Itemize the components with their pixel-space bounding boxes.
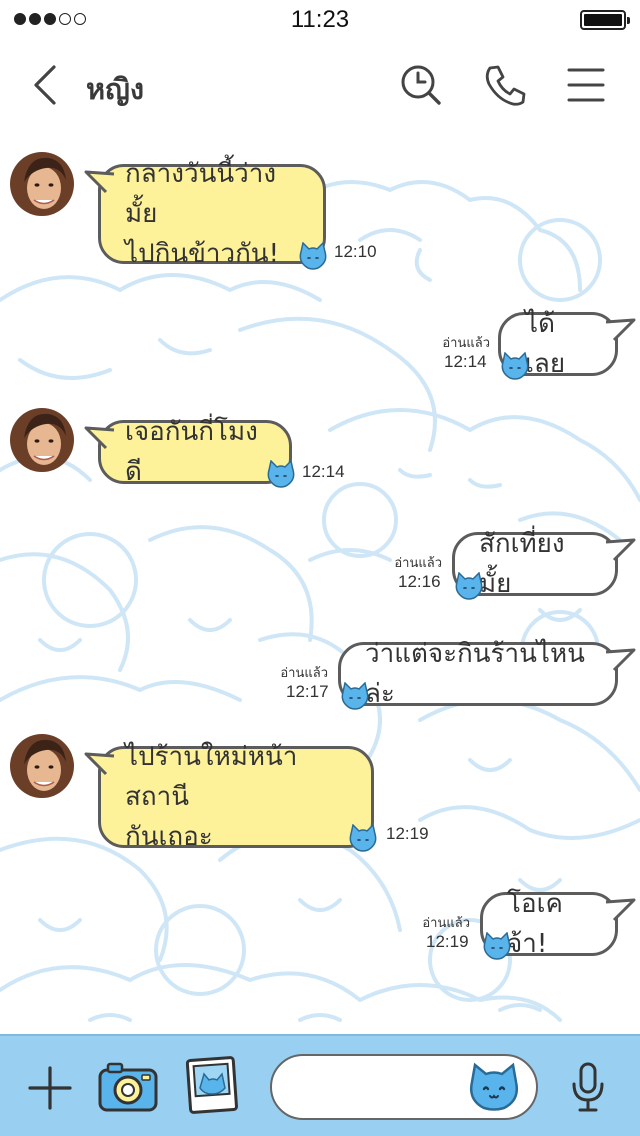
cat-sticker-icon <box>349 824 377 852</box>
menu-icon <box>567 68 605 102</box>
sticker-button[interactable] <box>466 1062 522 1112</box>
message-time: 12:10 <box>334 242 377 261</box>
message-text: สักเที่ยงมั้ย <box>479 529 565 599</box>
read-receipt: อ่านแล้ว <box>280 666 328 681</box>
bubble-tail <box>605 538 636 562</box>
read-receipt: อ่านแล้ว <box>394 556 442 571</box>
search-history-button[interactable] <box>398 62 444 108</box>
photo-icon <box>185 1056 238 1114</box>
microphone-icon <box>572 1062 604 1112</box>
bubble-tail <box>84 170 115 194</box>
message-time: 12:14 <box>444 352 487 371</box>
battery-icon <box>580 10 630 30</box>
message-bubble[interactable]: ว่าแต่จะกินร้านไหนล่ะ <box>338 639 618 709</box>
cat-sticker-icon <box>299 242 327 270</box>
read-receipt: อ่านแล้ว <box>422 916 470 931</box>
message-bubble[interactable]: ไปร้านใหม่หน้าสถานี กันเถอะ <box>98 742 374 852</box>
message-bubble[interactable]: กลางวันนี้ว่างมั้ย ไปกินข้าวกัน! <box>98 159 326 269</box>
camera-button[interactable] <box>98 1060 160 1114</box>
contact-photo <box>10 152 74 216</box>
bubble-tail <box>84 752 115 776</box>
status-bar: 11:23 <box>0 0 640 40</box>
contact-photo <box>10 734 74 798</box>
camera-icon <box>98 1062 158 1112</box>
bubble-tail <box>605 648 636 672</box>
contact-photo <box>10 408 74 472</box>
message-text: เจอกันกี่โมงดี <box>125 417 258 487</box>
bubble-tail <box>605 318 636 342</box>
message-input[interactable] <box>290 1068 470 1108</box>
cat-sticker-icon <box>267 460 295 488</box>
back-button[interactable] <box>28 62 68 108</box>
read-receipt: อ่านแล้ว <box>442 336 490 351</box>
bubble-tail <box>84 426 115 450</box>
message-time: 12:19 <box>386 824 429 843</box>
add-button[interactable] <box>26 1064 74 1112</box>
message-text: โอเคจ้า! <box>507 889 563 959</box>
message-time: 12:16 <box>398 572 441 591</box>
status-time: 11:23 <box>290 6 350 33</box>
message-input-container[interactable] <box>270 1054 538 1120</box>
search-history-icon <box>401 65 441 105</box>
call-button[interactable] <box>482 62 528 108</box>
cat-sticker-icon <box>501 352 529 380</box>
avatar[interactable] <box>10 152 74 216</box>
message-list: กลางวันนี้ว่างมั้ย ไปกินข้าวกัน! 12:10 ไ… <box>0 130 640 1034</box>
message-text: ไปร้านใหม่หน้าสถานี กันเถอะ <box>125 742 298 852</box>
chevron-left-icon <box>34 65 56 105</box>
voice-button[interactable] <box>570 1062 606 1114</box>
sticker-cat-icon <box>470 1062 518 1111</box>
chat-header: หญิง <box>0 40 640 130</box>
message-bubble[interactable]: เจอกันกี่โมงดี <box>98 417 292 487</box>
cat-sticker-icon <box>455 572 483 600</box>
avatar[interactable] <box>10 734 74 798</box>
photo-button[interactable] <box>185 1056 240 1116</box>
bubble-tail <box>605 898 636 922</box>
message-time: 12:17 <box>286 682 329 701</box>
plus-icon <box>28 1066 72 1110</box>
chat-title: หญิง <box>86 72 144 106</box>
message-time: 12:14 <box>302 462 345 481</box>
message-time: 12:19 <box>426 932 469 951</box>
message-text: กลางวันนี้ว่างมั้ย ไปกินข้าวกัน! <box>125 159 280 269</box>
message-composer <box>0 1034 640 1136</box>
cat-sticker-icon <box>341 682 369 710</box>
message-text: ได้เลย <box>525 309 566 379</box>
menu-button[interactable] <box>564 62 610 108</box>
cat-sticker-icon <box>483 932 511 960</box>
avatar[interactable] <box>10 408 74 472</box>
phone-icon <box>485 65 526 106</box>
message-text: ว่าแต่จะกินร้านไหนล่ะ <box>365 639 585 709</box>
